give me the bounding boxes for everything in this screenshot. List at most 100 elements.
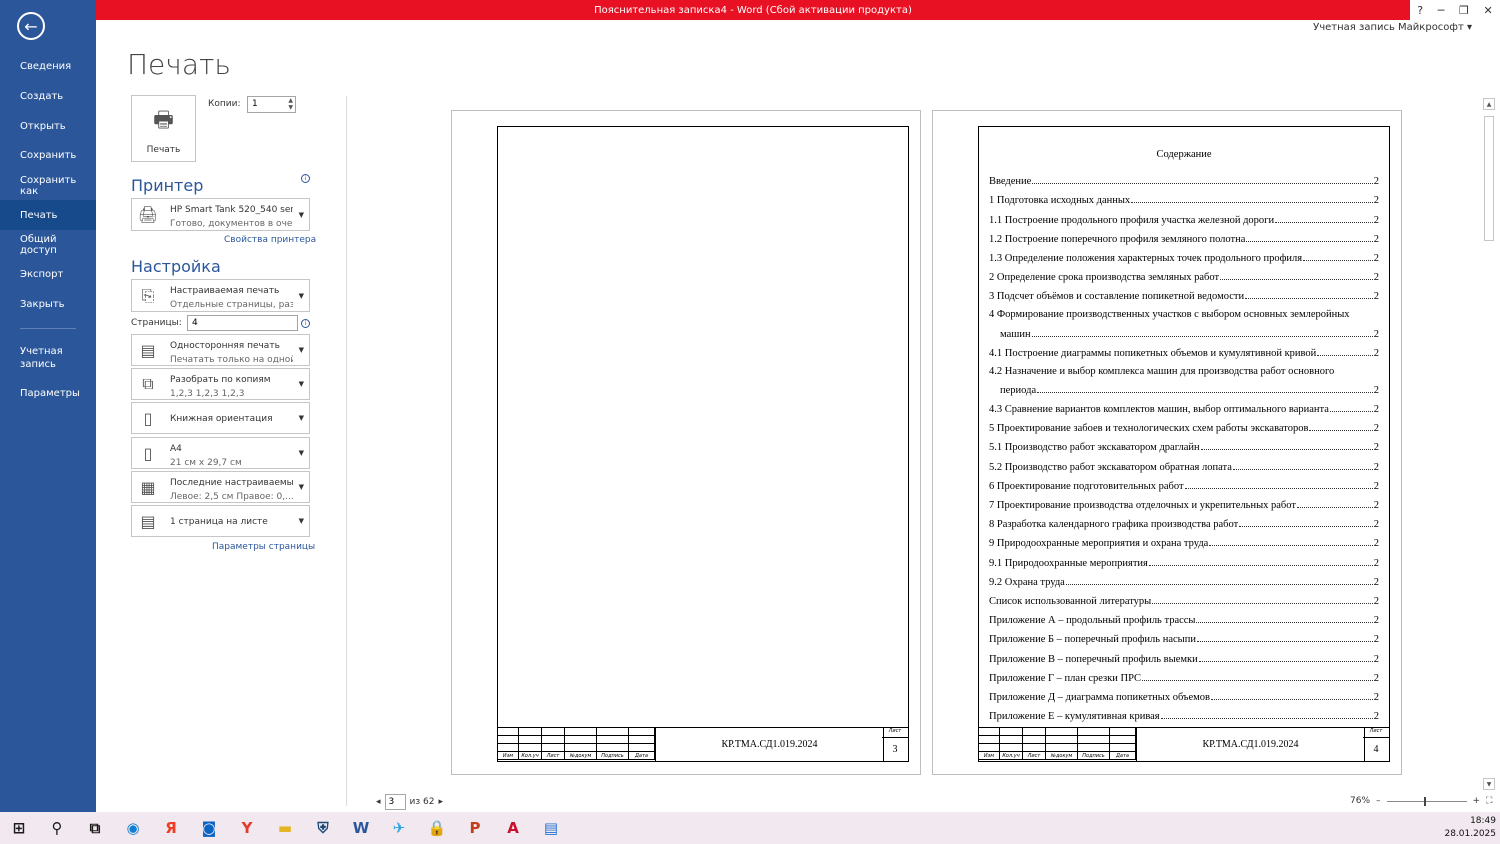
toc-entry-text: Приложение Д – диаграмма попикетных объе…	[989, 691, 1211, 703]
fit-page-icon[interactable]: ⛶	[1486, 796, 1492, 806]
system-clock[interactable]: 18:49 28.01.2025	[1444, 815, 1496, 841]
stamp-label: Кол.уч	[519, 752, 542, 760]
security-icon[interactable]: ⛨	[304, 812, 342, 844]
title-block: Изм Кол.уч Лист №докум Подпись Дата КР.Т…	[498, 727, 908, 761]
toc-entry: Приложение Д – диаграмма попикетных объе…	[989, 684, 1379, 703]
minimize-button[interactable]: ─	[1438, 4, 1445, 17]
printer-dropdown[interactable]: 🖨 HP Smart Tank 520_540 series Готово, до…	[131, 198, 310, 231]
close-button[interactable]: ✕	[1483, 4, 1492, 17]
lock-icon[interactable]: 🔒	[418, 812, 456, 844]
print-range-dropdown[interactable]: ⎘ Настраиваемая печать Отдельные страницы…	[131, 279, 310, 312]
help-button[interactable]: ?	[1417, 4, 1423, 17]
toc-leader	[1220, 279, 1373, 281]
nav-info[interactable]: Сведения	[0, 52, 96, 82]
toc-page-number: 2	[1373, 557, 1379, 569]
info-icon[interactable]: i	[301, 319, 310, 328]
autocad-icon[interactable]: A	[494, 812, 532, 844]
pages-input[interactable]: 4	[187, 315, 298, 331]
pages-per-sheet-dropdown[interactable]: ▤ 1 страница на листе ▼	[131, 505, 310, 537]
toc-page-number: 2	[1373, 691, 1379, 703]
preview-scrollbar[interactable]: ▲ ▼	[1483, 96, 1495, 790]
stamp-label: Подпись	[597, 752, 629, 760]
collate-icon: ⧉	[142, 374, 154, 393]
toc-entry-text: Приложение Б – поперечный профиль насыпи	[989, 634, 1196, 646]
toc-entry: 5.2 Производство работ экскаватором обра…	[989, 453, 1379, 473]
stamp-label: Кол.уч	[1000, 752, 1023, 760]
orientation-dropdown[interactable]: ▯ Книжная ориентация ▼	[131, 402, 310, 434]
printer-properties-link[interactable]: Свойства принтера	[224, 235, 316, 245]
toc-entry: 7 Проектирование производства отделочных…	[989, 492, 1379, 511]
margins-dropdown[interactable]: ▦ Последние настраиваемые... Левое: 2,5 с…	[131, 471, 310, 503]
next-page-icon[interactable]: ▸	[438, 797, 443, 807]
back-button[interactable]: ←	[17, 12, 45, 40]
pages-per-sheet-icon: ▤	[140, 511, 156, 531]
yandex-icon[interactable]: Я	[152, 812, 190, 844]
nav-save[interactable]: Сохранить	[0, 141, 96, 171]
toc-entry: 4.3 Сравнение вариантов комплектов машин…	[989, 396, 1379, 415]
document-app-icon[interactable]: ▤	[532, 812, 570, 844]
zoom-in-button[interactable]: +	[1473, 796, 1481, 806]
settings-heading: Настройка	[131, 257, 221, 276]
edge-icon[interactable]: ◉	[114, 812, 152, 844]
scroll-down-icon[interactable]: ▼	[1483, 778, 1495, 790]
file-explorer-icon[interactable]: ▬	[266, 812, 304, 844]
toc-leader	[1317, 354, 1373, 356]
scroll-up-icon[interactable]: ▲	[1483, 98, 1495, 110]
zoom-slider[interactable]	[1386, 796, 1467, 806]
yandex-browser-icon[interactable]: Y	[228, 812, 266, 844]
info-icon[interactable]: i	[301, 174, 310, 183]
nav-open[interactable]: Открыть	[0, 111, 96, 141]
copies-input[interactable]: 1 ▲ ▼	[247, 96, 296, 113]
prev-page-icon[interactable]: ◂	[376, 797, 381, 807]
toc-entry-text: 1.1 Построение продольного профиля участ…	[989, 214, 1275, 226]
nav-close[interactable]: Закрыть	[0, 290, 96, 320]
chevron-down-icon: ▼	[298, 449, 304, 457]
zoom-level[interactable]: 76%	[1350, 796, 1370, 806]
current-page-input[interactable]: 3	[384, 794, 406, 810]
collate-dropdown[interactable]: ⧉ Разобрать по копиям 1,2,3 1,2,3 1,2,3 ▼	[131, 368, 310, 400]
account-menu[interactable]: Учетная запись Майкрософт ▾	[1313, 22, 1472, 33]
sides-dropdown[interactable]: ▤ Односторонняя печать Печатать только на…	[131, 334, 310, 366]
toc-page-number: 2	[1373, 711, 1379, 723]
page-setup-link[interactable]: Параметры страницы	[212, 542, 315, 552]
paper-size-dropdown[interactable]: ▯ A4 21 см x 29,7 см ▼	[131, 437, 310, 469]
outlook-icon[interactable]: ◙	[190, 812, 228, 844]
nav-print[interactable]: Печать	[0, 200, 96, 231]
nav-export[interactable]: Экспорт	[0, 260, 96, 290]
toc-leader	[1211, 698, 1373, 700]
title-bar: Пояснительная записка4 - Word (Сбой акти…	[96, 0, 1410, 20]
stamp-label: Изм	[498, 752, 519, 760]
zoom-out-button[interactable]: –	[1376, 796, 1381, 806]
printer-name: HP Smart Tank 520_540 series	[170, 205, 293, 215]
toc-page-number: 2	[1373, 252, 1379, 264]
print-button[interactable]: 🖶 Печать	[131, 95, 196, 162]
toc-page-number: 2	[1373, 272, 1379, 284]
print-preview: Изм Кол.уч Лист №докум Подпись Дата КР.Т…	[347, 96, 1483, 786]
zoom-slider-thumb[interactable]	[1423, 796, 1426, 806]
chevron-down-icon: ▼	[298, 517, 304, 525]
scroll-thumb[interactable]	[1484, 116, 1494, 241]
nav-save-as[interactable]: Сохранить как	[0, 171, 96, 201]
nav-account[interactable]: Учетная запись	[0, 338, 96, 378]
toc-entry-text: Приложение А – продольный профиль трассы	[989, 615, 1196, 627]
copies-spinner-icon[interactable]: ▲ ▼	[288, 97, 293, 111]
nav-share[interactable]: Общий доступ	[0, 230, 96, 260]
word-icon[interactable]: W	[342, 812, 380, 844]
telegram-icon[interactable]: ✈	[380, 812, 418, 844]
restore-button[interactable]: ❐	[1459, 4, 1469, 17]
nav-new[interactable]: Создать	[0, 82, 96, 112]
powerpoint-icon[interactable]: P	[456, 812, 494, 844]
toc-entry-continued: периода 2	[989, 377, 1379, 396]
toc-leader	[1160, 718, 1373, 720]
toc-leader	[1142, 679, 1373, 681]
windows-start-icon[interactable]: ⊞	[0, 812, 38, 844]
toc-page-number: 2	[1373, 291, 1379, 303]
chevron-down-icon: ▼	[298, 346, 304, 354]
table-of-contents: Содержание Введение 2 1 Подготовка исходны…	[989, 149, 1379, 722]
sheet-label: Лист	[882, 728, 908, 738]
nav-options[interactable]: Параметры	[0, 378, 96, 408]
toc-entry: 9.2 Охрана труда 2	[989, 569, 1379, 588]
task-view-icon[interactable]: ⧉	[76, 812, 114, 844]
search-icon[interactable]: ⚲	[38, 812, 76, 844]
pages-per-sheet-value: 1 страница на листе	[170, 517, 268, 527]
